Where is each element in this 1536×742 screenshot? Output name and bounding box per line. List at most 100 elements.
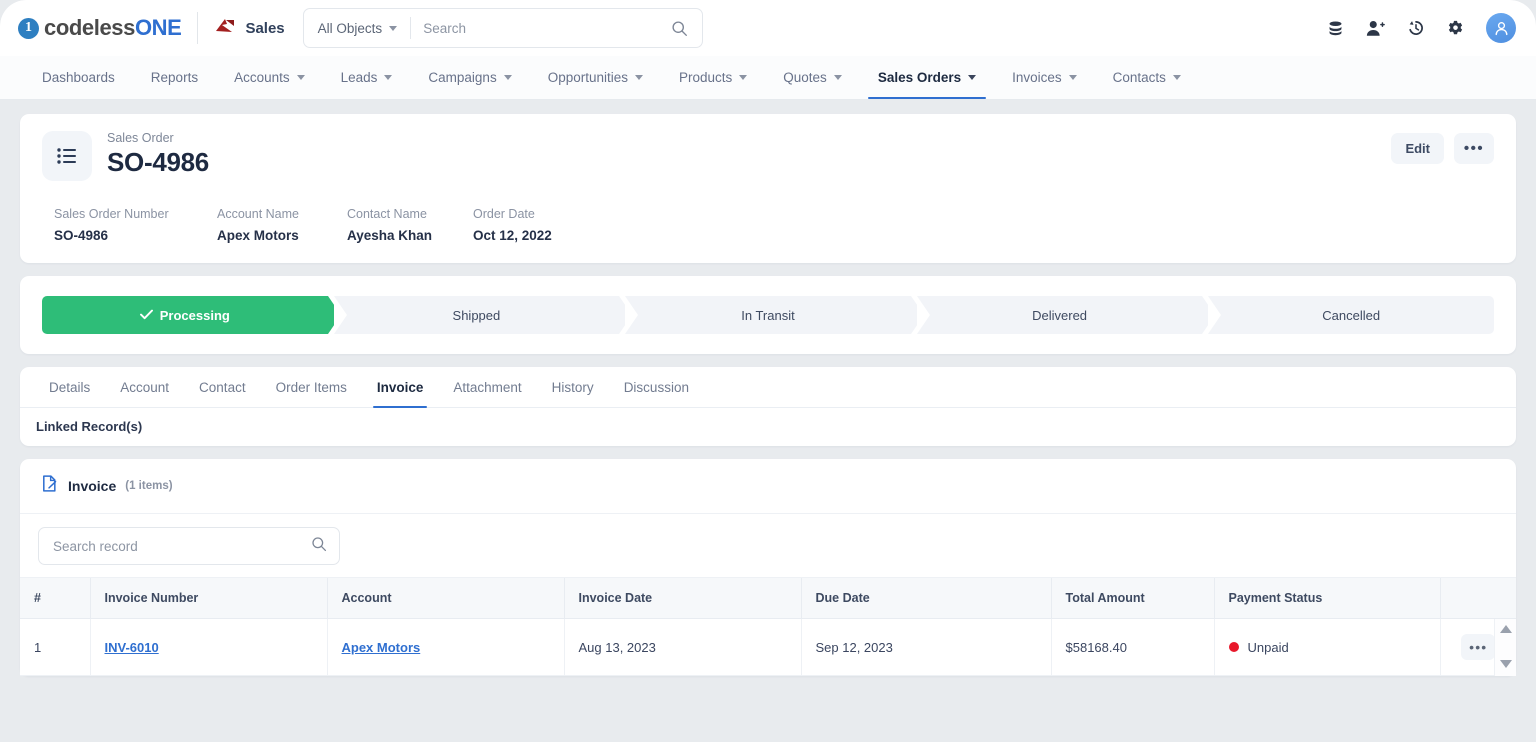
nav-item-opportunities[interactable]: Opportunities	[530, 56, 661, 99]
add-user-icon[interactable]	[1366, 19, 1385, 37]
nav-label: Sales Orders	[877, 70, 962, 85]
row-actions-button[interactable]: •••	[1461, 634, 1496, 660]
nav-item-contacts[interactable]: Contacts	[1095, 56, 1199, 99]
pipeline-stage-in-transit[interactable]: In Transit	[625, 296, 924, 334]
status-dot-icon	[1228, 642, 1239, 652]
nav-item-quotes[interactable]: Quotes	[765, 56, 860, 99]
nav-item-dashboards[interactable]: Dashboards	[24, 56, 133, 99]
record-object-label: Sales Order	[107, 131, 174, 145]
field-value: Apex Motors	[217, 228, 299, 243]
logo-text-primary: codeless	[44, 15, 135, 40]
nav-label: Reports	[150, 70, 199, 85]
record-header-card: Sales Order SO-4986 Edit ••• Sales Order…	[20, 114, 1516, 263]
nav-item-campaigns[interactable]: Campaigns	[410, 56, 529, 99]
account-link[interactable]: Apex Motors	[342, 640, 421, 655]
database-icon[interactable]	[1327, 20, 1344, 37]
nav-label: Products	[679, 70, 733, 85]
column-header-total-amount[interactable]: Total Amount	[1051, 578, 1215, 619]
search-input[interactable]	[411, 9, 665, 47]
tab-label: Account	[120, 379, 170, 395]
edit-button[interactable]: Edit	[1391, 133, 1444, 164]
pipeline-stage-delivered[interactable]: Delivered	[916, 296, 1215, 334]
status-pipeline: Processing Shipped In Transit Delivered …	[42, 296, 1494, 334]
scroll-down-icon[interactable]	[1499, 660, 1512, 668]
record-search-box	[38, 527, 340, 565]
column-header-due-date[interactable]: Due Date	[801, 578, 1052, 619]
table-vertical-scrollbar[interactable]	[1494, 619, 1516, 676]
tab-details[interactable]: Details	[34, 367, 105, 407]
field-contact-name: Contact Name Ayesha Khan	[347, 207, 473, 243]
table-row[interactable]: 1 INV-6010 Apex Motors Aug 13, 2023 Sep …	[20, 618, 1516, 676]
related-list-header: Invoice (1 items)	[20, 459, 1516, 514]
cell-due-date: Sep 12, 2023	[801, 618, 1052, 676]
column-header-actions	[1440, 578, 1516, 619]
related-list-count: (1 items)	[125, 480, 173, 492]
tab-attachment[interactable]: Attachment	[438, 367, 536, 407]
pipeline-stage-processing[interactable]: Processing	[42, 296, 341, 334]
table-header-row: # Invoice Number Account Invoice Date Du…	[20, 578, 1516, 619]
field-order-date: Order Date Oct 12, 2022	[473, 207, 633, 243]
column-header-account[interactable]: Account	[327, 578, 565, 619]
object-scope-label: All Objects	[317, 20, 383, 36]
gear-icon[interactable]	[1447, 20, 1464, 37]
sales-order-list-icon	[42, 131, 92, 181]
record-summary-fields: Sales Order Number SO-4986 Account Name …	[42, 207, 1494, 243]
record-tabs: Details Account Contact Order Items Invo…	[20, 367, 1516, 408]
tab-order-items[interactable]: Order Items	[261, 367, 362, 407]
tab-label: History	[551, 379, 594, 395]
page-title: SO-4986	[107, 147, 209, 177]
field-sales-order-number: Sales Order Number SO-4986	[54, 207, 217, 243]
brand-logo[interactable]: 1 codelessONE	[18, 15, 182, 41]
stage-label: Processing	[159, 307, 230, 323]
search-icon[interactable]	[311, 536, 327, 557]
history-icon[interactable]	[1407, 19, 1425, 37]
nav-label: Quotes	[783, 70, 827, 85]
nav-item-reports[interactable]: Reports	[133, 56, 216, 99]
nav-item-products[interactable]: Products	[661, 56, 765, 99]
logo-circle-icon: 1	[18, 17, 39, 39]
field-value: Oct 12, 2022	[473, 228, 552, 243]
divider	[197, 12, 199, 44]
invoice-number-link[interactable]: INV-6010	[105, 640, 159, 655]
logo-text-secondary: ONE	[134, 15, 182, 40]
main-navigation: Dashboards Reports Accounts Leads Campai…	[0, 56, 1536, 100]
tab-history[interactable]: History	[537, 367, 609, 407]
nav-item-leads[interactable]: Leads	[323, 56, 411, 99]
tab-contact[interactable]: Contact	[184, 367, 261, 407]
tab-discussion[interactable]: Discussion	[609, 367, 704, 407]
tab-account[interactable]: Account	[105, 367, 184, 407]
nav-item-invoices[interactable]: Invoices	[994, 56, 1095, 99]
field-value: SO-4986	[54, 228, 109, 243]
column-header-invoice-date[interactable]: Invoice Date	[564, 578, 802, 619]
nav-label: Dashboards	[42, 70, 115, 85]
app-switcher-sales[interactable]: Sales	[214, 17, 285, 40]
chevron-down-icon	[389, 25, 398, 31]
stage-label: Shipped	[452, 307, 501, 323]
object-scope-select[interactable]: All Objects	[304, 9, 411, 47]
field-label: Sales Order Number	[54, 207, 169, 221]
avatar[interactable]	[1486, 13, 1516, 43]
nav-label: Contacts	[1112, 70, 1166, 85]
tab-invoice[interactable]: Invoice	[362, 367, 439, 408]
column-header-payment-status[interactable]: Payment Status	[1214, 578, 1441, 619]
pipeline-stage-cancelled[interactable]: Cancelled	[1208, 296, 1494, 334]
record-tabs-card: Details Account Contact Order Items Invo…	[20, 367, 1516, 446]
chevron-down-icon	[739, 75, 748, 80]
nav-item-accounts[interactable]: Accounts	[216, 56, 323, 99]
status-badge: Unpaid	[1247, 639, 1289, 655]
check-icon	[139, 308, 153, 323]
column-header-index[interactable]: #	[20, 578, 91, 619]
pipeline-stage-shipped[interactable]: Shipped	[333, 296, 632, 334]
more-actions-button[interactable]: •••	[1454, 133, 1494, 164]
field-label: Order Date	[473, 207, 535, 221]
search-icon[interactable]	[665, 20, 702, 37]
column-header-invoice-number[interactable]: Invoice Number	[90, 578, 328, 619]
record-search-input[interactable]	[53, 538, 311, 554]
nav-label: Invoices	[1012, 70, 1062, 85]
sales-app-icon	[214, 17, 236, 40]
field-value: Ayesha Khan	[347, 228, 433, 243]
cell-total-amount: $58168.40	[1051, 618, 1215, 676]
nav-item-sales-orders[interactable]: Sales Orders	[860, 56, 994, 99]
scroll-up-icon[interactable]	[1499, 625, 1512, 633]
cell-invoice-date: Aug 13, 2023	[564, 618, 802, 676]
